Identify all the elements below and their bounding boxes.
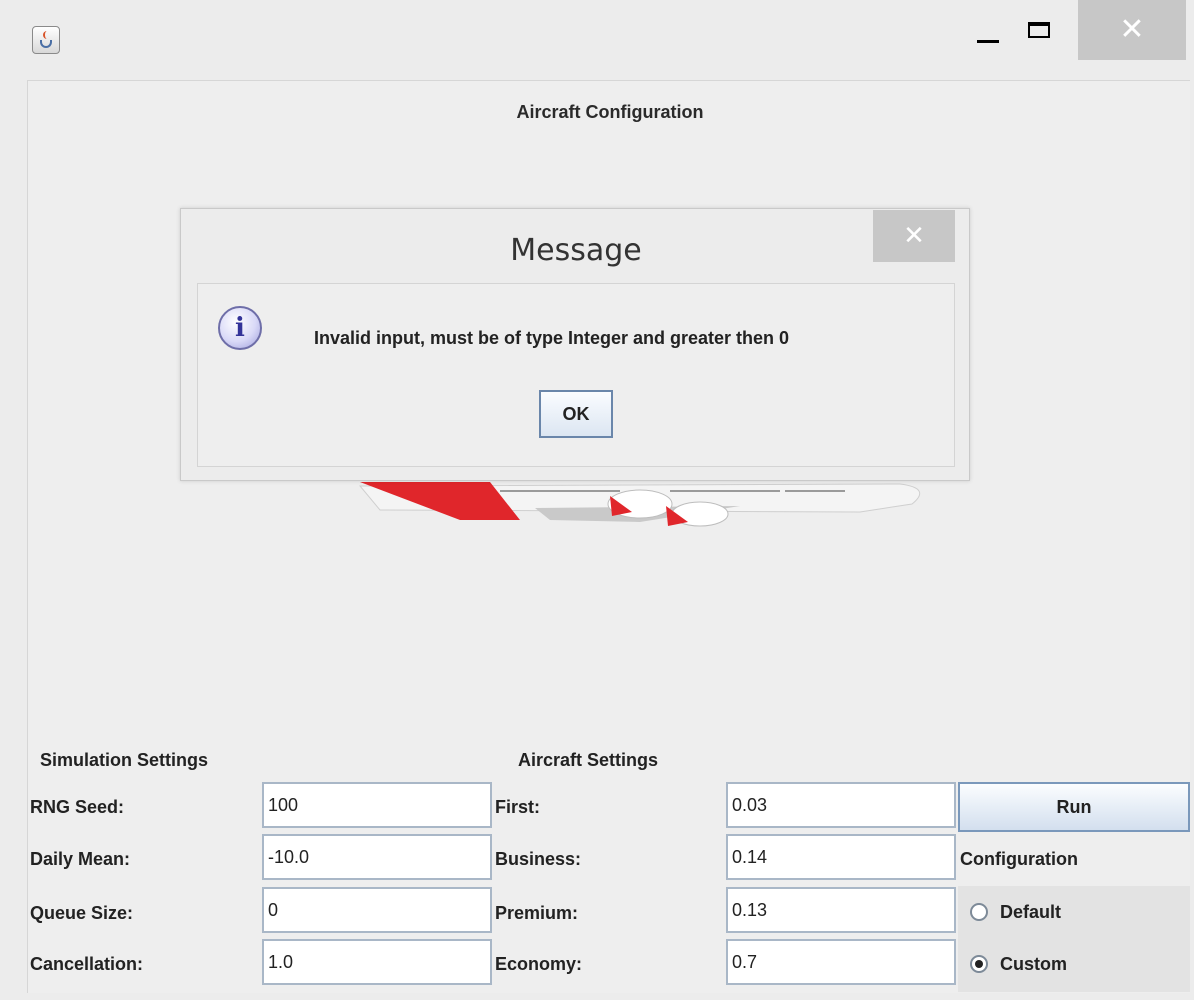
premium-class-label: Premium: xyxy=(495,903,579,923)
economy-class-label: Economy: xyxy=(495,954,583,974)
dialog-message: Invalid input, must be of type Integer a… xyxy=(314,328,790,348)
default-radio[interactable] xyxy=(970,903,988,921)
dialog-close-button[interactable]: ✕ xyxy=(873,210,955,262)
queue-size-field[interactable]: 0 xyxy=(262,887,492,933)
first-class-label: First: xyxy=(495,797,540,817)
java-cup-icon xyxy=(40,40,52,48)
aircraft-windows-1 xyxy=(500,490,620,492)
daily-mean-field[interactable]: -10.0 xyxy=(262,834,492,880)
configuration-label: Configuration xyxy=(960,849,1078,869)
premium-class-field[interactable]: 0.13 xyxy=(726,887,956,933)
java-steam-icon xyxy=(43,31,51,39)
business-class-field[interactable]: 0.14 xyxy=(726,834,956,880)
daily-mean-label: Daily Mean: xyxy=(30,849,131,869)
custom-radio[interactable] xyxy=(970,955,988,973)
run-button[interactable]: Run xyxy=(958,782,1190,832)
window-titlebar: ✕ xyxy=(0,0,1194,80)
dialog-title: Message xyxy=(510,233,642,268)
cancellation-field[interactable]: 1.0 xyxy=(262,939,492,985)
aircraft-windows-3 xyxy=(785,490,845,492)
default-radio-label[interactable]: Default xyxy=(1000,902,1061,923)
dialog-body: i Invalid input, must be of type Integer… xyxy=(197,283,955,467)
maximize-icon[interactable] xyxy=(1022,12,1078,58)
aircraft-windows-2 xyxy=(670,490,780,492)
ok-button[interactable]: OK xyxy=(539,390,613,438)
minimize-icon[interactable] xyxy=(966,12,1022,58)
message-dialog: Message ✕ i Invalid input, must be of ty… xyxy=(180,208,970,481)
configuration-radio-group xyxy=(958,886,1190,992)
rng-seed-label: RNG Seed: xyxy=(30,797,125,817)
business-class-label: Business: xyxy=(495,849,582,869)
first-class-field[interactable]: 0.03 xyxy=(726,782,956,828)
page-title: Aircraft Configuration xyxy=(516,102,704,122)
window-close-button[interactable]: ✕ xyxy=(1078,0,1186,60)
cancellation-label: Cancellation: xyxy=(30,954,144,974)
java-app-icon[interactable] xyxy=(32,26,60,54)
custom-radio-label[interactable]: Custom xyxy=(1000,954,1067,975)
aircraft-settings-heading: Aircraft Settings xyxy=(518,750,659,770)
simulation-settings-heading: Simulation Settings xyxy=(40,750,209,770)
info-icon: i xyxy=(218,306,262,350)
economy-class-field[interactable]: 0.7 xyxy=(726,939,956,985)
queue-size-label: Queue Size: xyxy=(30,903,134,923)
rng-seed-field[interactable]: 100 xyxy=(262,782,492,828)
